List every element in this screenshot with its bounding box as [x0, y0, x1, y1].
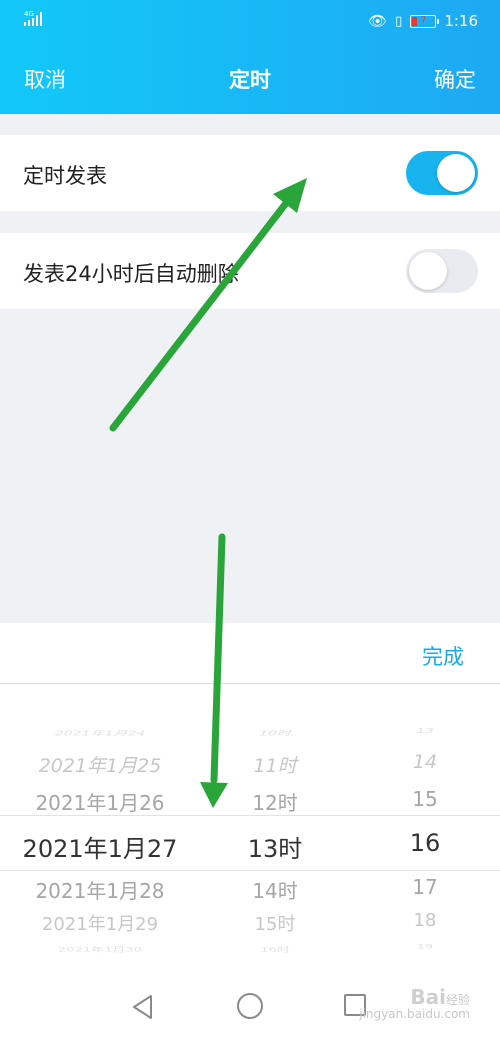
battery-icon: 7 — [410, 14, 440, 28]
toggle-knob — [437, 154, 475, 192]
watermark-sub: 经验 — [445, 993, 470, 1007]
hour-option[interactable]: 11时 — [215, 751, 335, 778]
setting-label: 发表24小时后自动删除 — [23, 262, 239, 286]
vibrate-icon: ▯ — [395, 13, 403, 29]
home-icon[interactable] — [237, 993, 263, 1019]
minute-option[interactable]: 15 — [365, 787, 485, 811]
date-option[interactable]: 2021年1月26 — [0, 787, 200, 816]
date-option[interactable]: 2021年1月25 — [0, 751, 200, 778]
hour-option[interactable]: 10时 — [215, 728, 335, 738]
scheduled-post-toggle[interactable] — [406, 151, 478, 195]
back-icon[interactable] — [131, 994, 155, 1020]
minute-option[interactable]: 14 — [365, 751, 485, 773]
confirm-button[interactable]: 确定 — [434, 64, 476, 94]
hour-option[interactable]: 15时 — [215, 910, 335, 936]
signal-icon: 4G — [24, 10, 42, 26]
system-nav-bar: Bai经验 jingyan.baidu.com — [0, 972, 500, 1039]
minute-option-selected[interactable]: 16 — [365, 829, 485, 857]
watermark-brand: Bai — [410, 985, 446, 1009]
minute-option[interactable]: 19 — [365, 943, 485, 951]
toggle-knob — [409, 252, 447, 290]
status-bar: 4G 👁 ▯ 7 1:16 — [0, 0, 500, 44]
hour-option[interactable]: 12时 — [215, 787, 335, 816]
minute-option[interactable]: 13 — [365, 727, 485, 735]
watermark: Bai经验 jingyan.baidu.com — [359, 986, 470, 1021]
nav-bar: 取消 定时 确定 — [0, 60, 500, 100]
auto-delete-toggle[interactable] — [406, 249, 478, 293]
date-option-selected[interactable]: 2021年1月27 — [0, 829, 200, 864]
watermark-url: jingyan.baidu.com — [359, 1007, 470, 1021]
page-title: 定时 — [229, 68, 271, 92]
eye-comfort-icon: 👁 — [368, 12, 388, 30]
setting-row-scheduled-post[interactable]: 定时发表 — [0, 135, 500, 211]
date-option[interactable]: 2021年1月24 — [0, 728, 200, 738]
setting-row-auto-delete[interactable]: 发表24小时后自动删除 — [0, 233, 500, 309]
hour-option-selected[interactable]: 13时 — [215, 829, 335, 864]
minute-option[interactable]: 17 — [365, 875, 485, 899]
hour-option[interactable]: 16时 — [215, 944, 335, 954]
datetime-picker: 完成 2021年1月24 2021年1月25 2021年1月26 2021年1月… — [0, 623, 500, 972]
battery-level: 7 — [420, 16, 427, 26]
status-time: 1:16 — [444, 12, 478, 30]
setting-label: 定时发表 — [23, 164, 107, 188]
date-option[interactable]: 2021年1月30 — [0, 944, 200, 954]
hour-option[interactable]: 14时 — [215, 875, 335, 904]
app-header: 4G 👁 ▯ 7 1:16 取消 定时 确定 — [0, 0, 500, 114]
minute-option[interactable]: 18 — [365, 910, 485, 931]
date-option[interactable]: 2021年1月28 — [0, 875, 200, 904]
done-button[interactable]: 完成 — [422, 641, 464, 671]
network-label: 4G — [24, 10, 34, 18]
date-option[interactable]: 2021年1月29 — [0, 910, 200, 936]
picker-toolbar: 完成 — [0, 623, 500, 684]
